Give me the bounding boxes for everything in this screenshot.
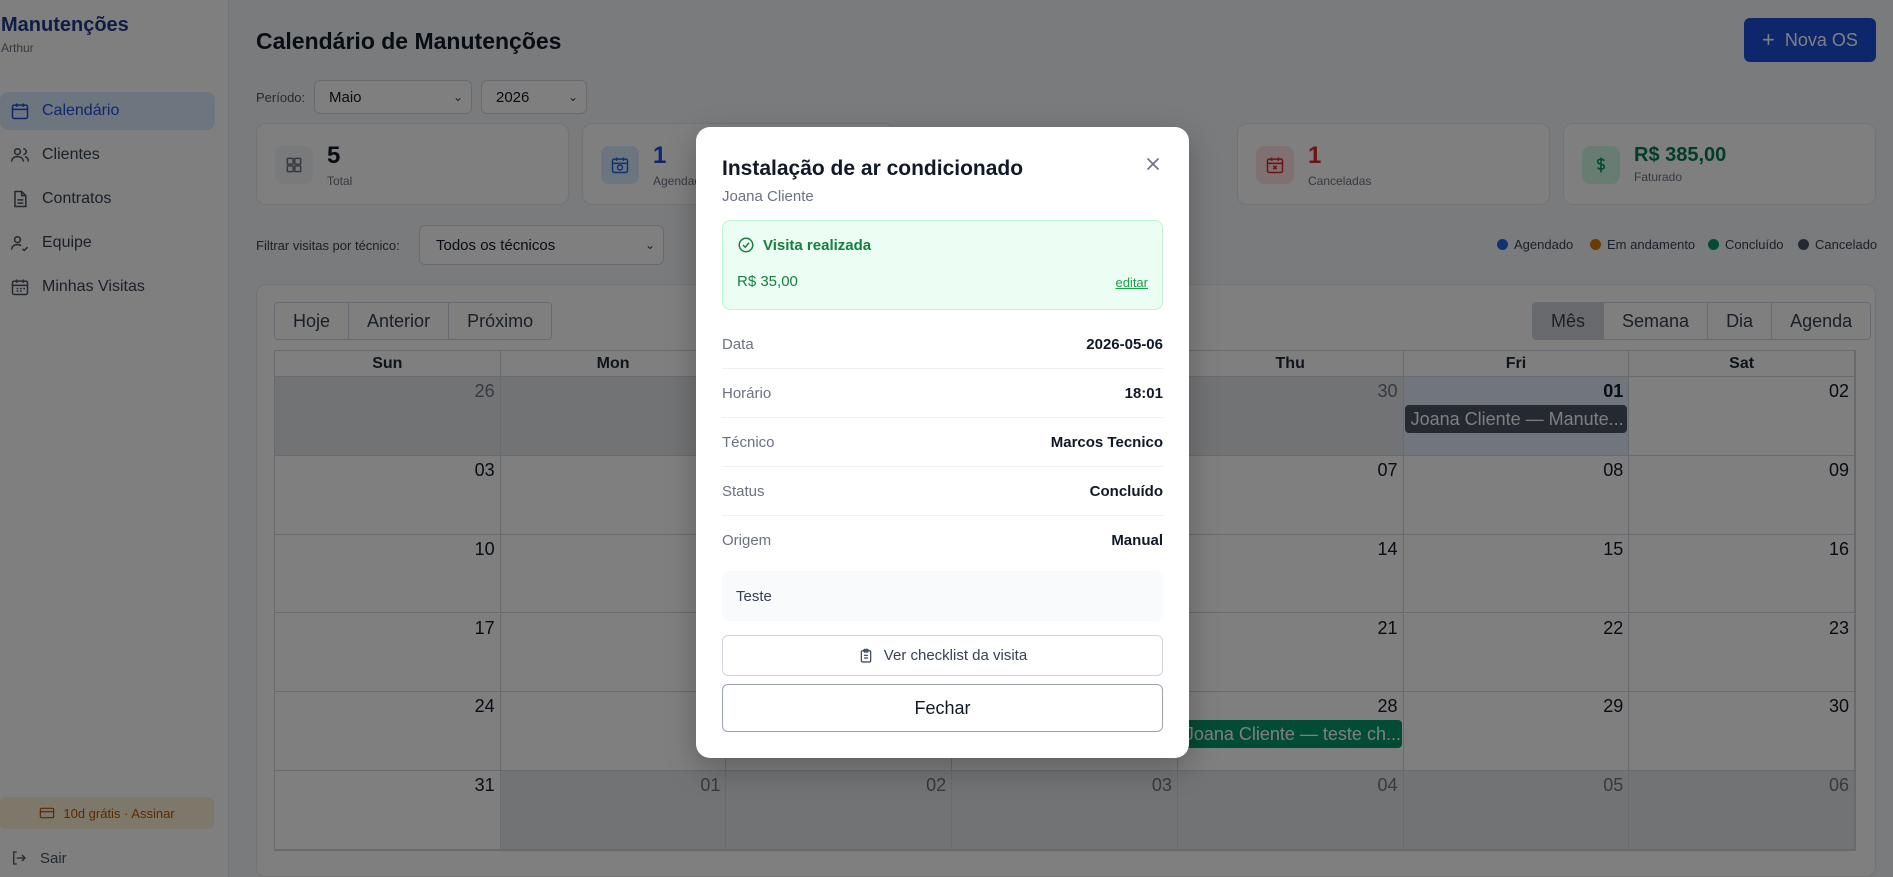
detail-row-origem: Origem Manual xyxy=(722,516,1163,565)
visit-done-label: Visita realizada xyxy=(763,236,872,254)
detail-key: Origem xyxy=(722,532,772,549)
detail-value: 18:01 xyxy=(1124,384,1163,402)
check-circle-icon xyxy=(738,237,754,253)
detail-row-tecnico: Técnico Marcos Tecnico xyxy=(722,418,1163,467)
detail-key: Técnico xyxy=(722,433,775,451)
detail-key: Data xyxy=(722,335,754,353)
clipboard-icon xyxy=(860,648,872,663)
edit-link[interactable]: editar xyxy=(1115,275,1148,290)
detail-value: Concluído xyxy=(1089,482,1163,500)
close-button[interactable]: Fechar xyxy=(722,684,1163,732)
visit-notes: Teste xyxy=(722,571,1163,621)
view-checklist-label: Ver checklist da visita xyxy=(883,647,1028,664)
modal-client-name: Joana Cliente xyxy=(722,188,814,205)
visit-done-value: R$ 35,00 xyxy=(737,273,798,290)
visit-details-modal: Instalação de ar condicionado Joana Clie… xyxy=(696,127,1189,758)
modal-title: Instalação de ar condicionado xyxy=(722,157,1024,180)
detail-key: Horário xyxy=(722,384,772,402)
detail-row-data: Data 2026-05-06 xyxy=(722,320,1163,369)
detail-value: Manual xyxy=(1111,532,1163,549)
detail-key: Status xyxy=(722,482,765,500)
detail-value: 2026-05-06 xyxy=(1086,335,1163,353)
close-icon[interactable] xyxy=(1142,153,1164,175)
view-checklist-button[interactable]: Ver checklist da visita xyxy=(722,635,1163,676)
visit-done-heading: Visita realizada xyxy=(737,236,871,254)
detail-value: Marcos Tecnico xyxy=(1050,433,1163,451)
visit-done-panel: Visita realizada R$ 35,00 editar xyxy=(722,220,1163,310)
detail-row-status: Status Concluído xyxy=(722,467,1163,516)
detail-row-horario: Horário 18:01 xyxy=(722,369,1163,418)
